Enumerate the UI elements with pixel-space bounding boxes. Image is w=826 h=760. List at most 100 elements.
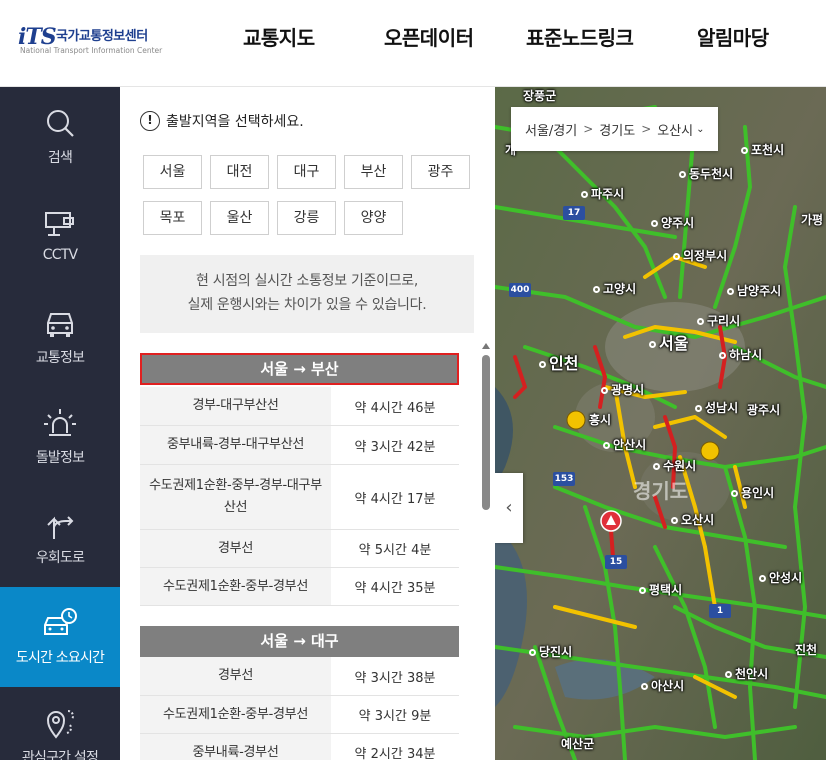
exclamation-icon: ! bbox=[140, 111, 160, 131]
breadcrumb-item[interactable]: 오산시 bbox=[657, 120, 693, 139]
alert-light-icon bbox=[44, 409, 76, 436]
route-shield: 15 bbox=[605, 555, 627, 569]
prompt-text: 출발지역을 선택하세요. bbox=[166, 114, 304, 130]
location-pin-icon bbox=[46, 710, 74, 739]
sidebar-item-label: 교통정보 bbox=[35, 350, 85, 366]
map-label: 하남시 bbox=[719, 346, 762, 363]
sidebar-item-cctv[interactable]: CCTV bbox=[0, 187, 120, 287]
map-label: 남양주시 bbox=[727, 282, 781, 299]
sidebar-item-detour[interactable]: 우회도로 bbox=[0, 487, 120, 587]
route-time: 약 4시간 35분 bbox=[354, 581, 436, 596]
sidebar-item-label: 돌발정보 bbox=[35, 450, 85, 466]
its-logo[interactable]: iTS 국가교통정보센터 National Transport Informat… bbox=[18, 22, 168, 58]
map-label: 포천시 bbox=[741, 141, 784, 158]
route-time: 약 3시간 42분 bbox=[354, 439, 436, 455]
intercity-panel: ! 출발지역을 선택하세요. 서울 대전 대구 부산 광주 목포 울산 강릉 양… bbox=[120, 87, 495, 760]
route-row[interactable]: 중부내륙-경부선 약 2시간 34분 bbox=[140, 734, 459, 760]
map-label: 평택시 bbox=[639, 581, 682, 598]
route-group-header[interactable]: 서울 → 부산 bbox=[140, 353, 459, 385]
breadcrumb-separator-icon: > bbox=[641, 122, 652, 136]
route-time: 약 5시간 4분 bbox=[358, 543, 432, 558]
city-button-daegu[interactable]: 대구 bbox=[277, 155, 336, 189]
map-label: 가평 bbox=[801, 213, 824, 227]
nav-notice-board[interactable]: 알림마당 bbox=[697, 22, 769, 51]
map-label: 아산시 bbox=[641, 677, 684, 694]
route-row[interactable]: 경부선 약 5시간 4분 bbox=[140, 530, 459, 568]
city-button-seoul[interactable]: 서울 bbox=[143, 155, 202, 189]
map-label: 진천 bbox=[795, 643, 818, 657]
breadcrumb-item[interactable]: 서울/경기 bbox=[525, 120, 577, 139]
region-label: 경기도 bbox=[633, 479, 689, 503]
city-button-ulsan[interactable]: 울산 bbox=[210, 201, 269, 235]
map-label: 안성시 bbox=[759, 569, 802, 586]
city-button-busan[interactable]: 부산 bbox=[344, 155, 403, 189]
route-row[interactable]: 수도권제1순환-중부-경부선 약 3시간 9분 bbox=[140, 696, 459, 734]
route-name: 경부선 bbox=[140, 657, 331, 695]
scroll-up-arrow-icon[interactable] bbox=[482, 343, 490, 349]
breadcrumb-item[interactable]: 경기도 bbox=[599, 120, 635, 139]
sidebar-item-label: 도시간 소요시간 bbox=[15, 650, 105, 666]
route-name: 수도권제1순환-중부-경부선 bbox=[140, 568, 331, 605]
logo-title: 국가교통정보센터 bbox=[56, 29, 148, 44]
breadcrumb-separator-icon: > bbox=[583, 122, 594, 136]
top-header: iTS 국가교통정보센터 National Transport Informat… bbox=[0, 0, 826, 87]
scroll-thumb[interactable] bbox=[482, 355, 490, 510]
map-label: 당진시 bbox=[529, 643, 572, 660]
map-label: 의정부시 bbox=[673, 247, 727, 264]
route-time: 약 4시간 46분 bbox=[354, 400, 436, 416]
sidebar-item-label: 우회도로 bbox=[35, 550, 85, 566]
cctv-icon bbox=[45, 212, 74, 236]
panel-collapse-button[interactable]: ‹ bbox=[495, 473, 523, 543]
nav-open-data[interactable]: 오픈데이터 bbox=[384, 22, 474, 51]
map-label: 광명시 bbox=[601, 381, 644, 398]
city-button-gwangju[interactable]: 광주 bbox=[411, 155, 470, 189]
route-name: 중부내륙-경부-대구부산선 bbox=[140, 426, 331, 464]
region-breadcrumb[interactable]: 서울/경기 > 경기도 > 오산시 ⌄ bbox=[511, 107, 718, 151]
city-button-daejeon[interactable]: 대전 bbox=[210, 155, 269, 189]
intercity-time-icon bbox=[44, 608, 77, 635]
route-name: 수도권제1순환-중부-경부선 bbox=[140, 696, 331, 733]
panel-scrollbar[interactable] bbox=[481, 343, 491, 760]
map-label: 오산시 bbox=[671, 511, 714, 528]
departure-prompt: ! 출발지역을 선택하세요. bbox=[140, 111, 304, 131]
route-time: 약 3시간 38분 bbox=[354, 670, 436, 686]
route-group-header[interactable]: 서울 → 대구 bbox=[140, 626, 459, 657]
route-row[interactable]: 중부내륙-경부-대구부산선 약 3시간 42분 bbox=[140, 426, 459, 465]
sidebar-item-search[interactable]: 검색 bbox=[0, 87, 120, 187]
sidebar-item-traffic[interactable]: 교통정보 bbox=[0, 287, 120, 387]
left-sidebar: 검색 CCTV 교통정보 돌발정보 우회도로 도시간 소요시간 관심구간 설정 bbox=[0, 87, 120, 760]
sidebar-item-interest-section[interactable]: 관심구간 설정 bbox=[0, 687, 120, 760]
map-label: 천안시 bbox=[725, 665, 768, 682]
route-name: 경부-대구부산선 bbox=[140, 387, 331, 425]
sidebar-item-incident[interactable]: 돌발정보 bbox=[0, 387, 120, 487]
traffic-map[interactable]: 17 400 153 15 1 장풍군 동두천시 포천시 파주시 양주시 가평 … bbox=[495, 87, 826, 760]
detour-arrow-icon bbox=[47, 516, 74, 539]
route-row[interactable]: 경부-대구부산선 약 4시간 46분 bbox=[140, 387, 459, 426]
search-icon bbox=[47, 110, 74, 137]
route-name: 경부선 bbox=[140, 530, 331, 567]
nav-standard-node-link[interactable]: 표준노드링크 bbox=[526, 22, 634, 51]
map-label: 인천 bbox=[539, 350, 578, 374]
notice-line: 현 시점의 실시간 소통정보 기준이므로, bbox=[195, 273, 419, 289]
city-button-yangyang[interactable]: 양양 bbox=[344, 201, 403, 235]
map-label: 고양시 bbox=[593, 280, 636, 297]
notice-line: 실제 운행시와는 차이가 있을 수 있습니다. bbox=[187, 297, 427, 313]
sidebar-item-label: CCTV bbox=[42, 247, 78, 263]
chevron-down-icon[interactable]: ⌄ bbox=[696, 124, 704, 135]
route-name: 수도권제1순환-중부-경부-대구부산선 bbox=[140, 465, 331, 529]
route-row[interactable]: 경부선 약 3시간 38분 bbox=[140, 657, 459, 696]
route-row[interactable]: 수도권제1순환-중부-경부선 약 4시간 35분 bbox=[140, 568, 459, 606]
car-icon bbox=[47, 313, 73, 337]
sidebar-item-label: 검색 bbox=[47, 150, 73, 166]
map-label: 구리시 bbox=[697, 312, 740, 329]
nav-traffic-map[interactable]: 교통지도 bbox=[243, 22, 315, 51]
realtime-notice: 현 시점의 실시간 소통정보 기준이므로, 실제 운행시와는 차이가 있을 수 … bbox=[140, 255, 474, 333]
logo-subtitle: National Transport Information Center bbox=[20, 46, 163, 55]
map-label: 예산군 bbox=[561, 737, 595, 751]
route-shield: 153 bbox=[553, 472, 575, 486]
route-row[interactable]: 수도권제1순환-중부-경부-대구부산선 약 4시간 17분 bbox=[140, 465, 459, 530]
city-button-gangneung[interactable]: 강릉 bbox=[277, 201, 336, 235]
city-button-mokpo[interactable]: 목포 bbox=[143, 201, 202, 235]
map-label: 양주시 bbox=[651, 214, 694, 231]
sidebar-item-intercity-time[interactable]: 도시간 소요시간 bbox=[0, 587, 120, 687]
